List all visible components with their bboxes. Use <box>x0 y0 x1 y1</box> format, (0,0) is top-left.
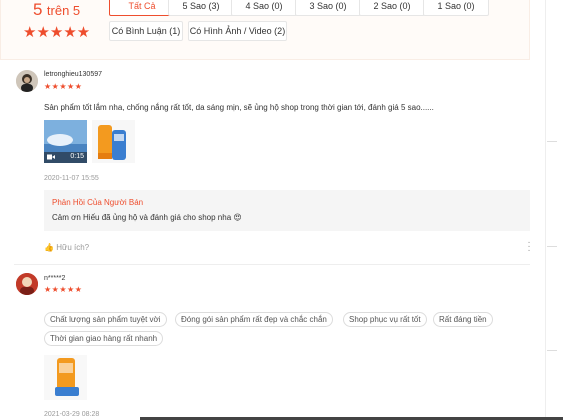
avatar-photo-icon <box>16 70 38 92</box>
reviewer-avatar[interactable] <box>16 70 38 92</box>
review-product-photo[interactable] <box>44 355 87 400</box>
average-score: 5 trên 5 <box>33 0 80 20</box>
review-timestamp: 2021-03-29 08:28 <box>44 411 100 418</box>
filter-5-star[interactable]: 5 Sao (3) <box>168 0 234 16</box>
helpful-label: Hữu ích? <box>56 243 90 252</box>
review-product-photo[interactable] <box>92 120 135 163</box>
seller-reply-text: Cảm ơn Hiếu đã ủng hộ và đánh giá cho sh… <box>52 213 242 222</box>
filter-2-star[interactable]: 2 Sao (0) <box>359 0 425 16</box>
more-options-icon[interactable]: · · · <box>526 238 532 256</box>
review-divider <box>14 264 530 265</box>
page-right-edge <box>545 0 563 420</box>
video-duration: 0:15 <box>70 153 84 160</box>
score-out-of: trên 5 <box>46 3 81 18</box>
review-timestamp: 2020-11-07 15:55 <box>44 175 99 182</box>
sunscreen-tube-image <box>92 120 135 163</box>
review-tag: Đóng gói sản phẩm rất đẹp và chắc chắn <box>175 312 333 327</box>
seller-reply-title: Phản Hồi Của Người Bán <box>52 198 144 207</box>
reviewer-avatar[interactable] <box>16 273 38 295</box>
review-tag: Thời gian giao hàng rất nhanh <box>44 331 164 346</box>
filter-with-comment[interactable]: Có Bình Luận (1) <box>109 21 183 41</box>
review-text: Sản phẩm tốt lắm nha, chống nắng rất tốt… <box>44 103 434 112</box>
seller-reply: Phản Hồi Của Người Bán Cảm ơn Hiếu đã ủn… <box>44 190 530 231</box>
score-value: 5 <box>33 0 43 19</box>
helpful-button[interactable]: 👍 Hữu ích? <box>44 243 89 252</box>
filter-3-star[interactable]: 3 Sao (0) <box>295 0 361 16</box>
review-stars: ★★★★★ <box>44 82 83 91</box>
review-tag: Shop phục vụ rất tốt <box>343 312 427 327</box>
video-camera-icon <box>47 154 55 160</box>
avatar-photo-icon <box>16 273 38 295</box>
filter-1-star[interactable]: 1 Sao (0) <box>423 0 489 16</box>
filter-all[interactable]: Tất Cả <box>109 0 175 16</box>
review-stars: ★★★★★ <box>44 285 83 294</box>
review-video-thumbnail[interactable]: 0:15 <box>44 120 87 163</box>
reviewer-username: n*****2 <box>44 275 66 282</box>
reviewer-username: letronghieu130597 <box>44 71 102 78</box>
filter-4-star[interactable]: 4 Sao (0) <box>231 0 297 16</box>
review-tag: Chất lượng sản phẩm tuyệt vời <box>44 312 167 327</box>
filter-with-media[interactable]: Có Hình Ảnh / Video (2) <box>188 21 287 41</box>
thumbs-up-icon: 👍 <box>44 243 54 252</box>
review-tag: Rất đáng tiền <box>433 312 493 327</box>
summary-stars: ★★★★★ <box>23 24 91 41</box>
sunscreen-tube-image <box>44 355 87 400</box>
